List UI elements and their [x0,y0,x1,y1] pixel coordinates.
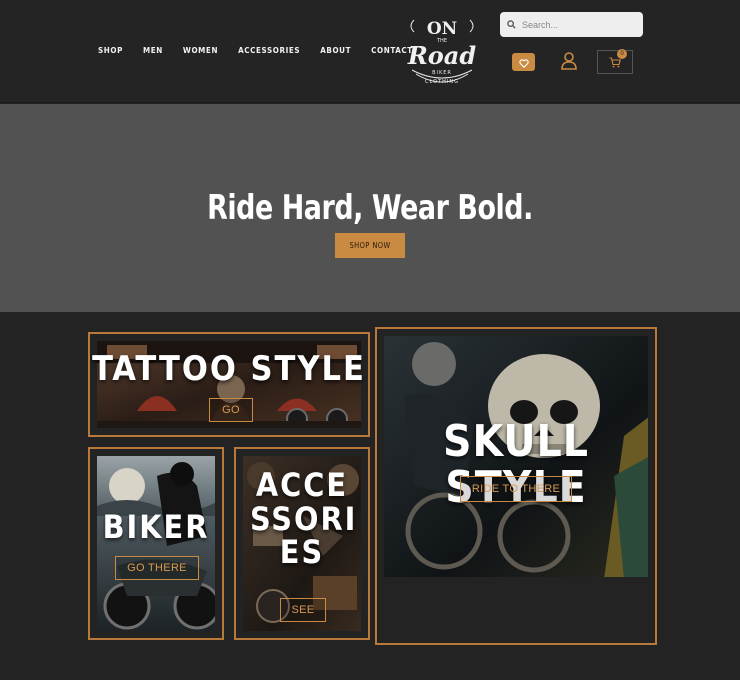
svg-text:ON: ON [427,19,457,39]
svg-text:CLOTHING: CLOTHING [425,79,459,85]
svg-text:Road: Road [407,41,477,70]
biker-go-there-button[interactable]: GO THERE [115,556,199,580]
brand-logo[interactable]: ON THE Road BIKER CLOTHING [404,12,480,90]
tattoo-go-button[interactable]: GO [209,398,253,422]
collection-tile-biker[interactable]: BIKER GO THERE [88,447,224,640]
biker-title: BIKER [102,508,210,546]
search-input[interactable] [522,19,632,30]
search-icon [500,20,522,29]
skull-ride-to-there-button[interactable]: RIDE TO THERE [460,476,572,502]
hero-banner: Ride Hard, Wear Bold. SHOP NOW [0,104,740,312]
nav-about[interactable]: ABOUT [320,46,351,55]
main-nav: SHOP MEN WOMEN ACCESSORIES ABOUT CONTACT [98,46,433,55]
nav-accessories[interactable]: ACCESSORIES [238,46,300,55]
shop-now-button[interactable]: SHOP NOW [335,233,405,258]
site-header: SHOP MEN WOMEN ACCESSORIES ABOUT CONTACT… [0,0,740,103]
collection-tile-tattoo[interactable]: TATTOO STYLE GO [88,332,370,437]
accessories-title: ACCE SSORI ES [250,466,358,572]
nav-shop[interactable]: SHOP [98,46,123,55]
cart-button[interactable]: 0 [597,49,633,74]
heart-icon [518,53,529,72]
nav-men[interactable]: MEN [143,46,163,55]
collection-tile-accessories[interactable]: ACCE SSORI ES SEE [234,447,370,640]
accessories-see-button[interactable]: SEE [280,598,326,622]
search-bar[interactable] [500,12,643,37]
cart-count-badge: 0 [617,49,627,59]
user-icon [561,52,577,74]
account-button[interactable] [561,52,577,70]
nav-women[interactable]: WOMEN [183,46,218,55]
tattoo-style-title: TATTOO STYLE [92,349,366,389]
hero-title: Ride Hard, Wear Bold. [207,188,533,228]
brand-logo-mark: ON THE Road BIKER CLOTHING [407,19,477,85]
collection-tile-skull[interactable]: SKULL STYLE RIDE TO THERE [375,327,657,645]
wishlist-button[interactable] [512,53,535,71]
svg-text:BIKER: BIKER [432,70,452,76]
